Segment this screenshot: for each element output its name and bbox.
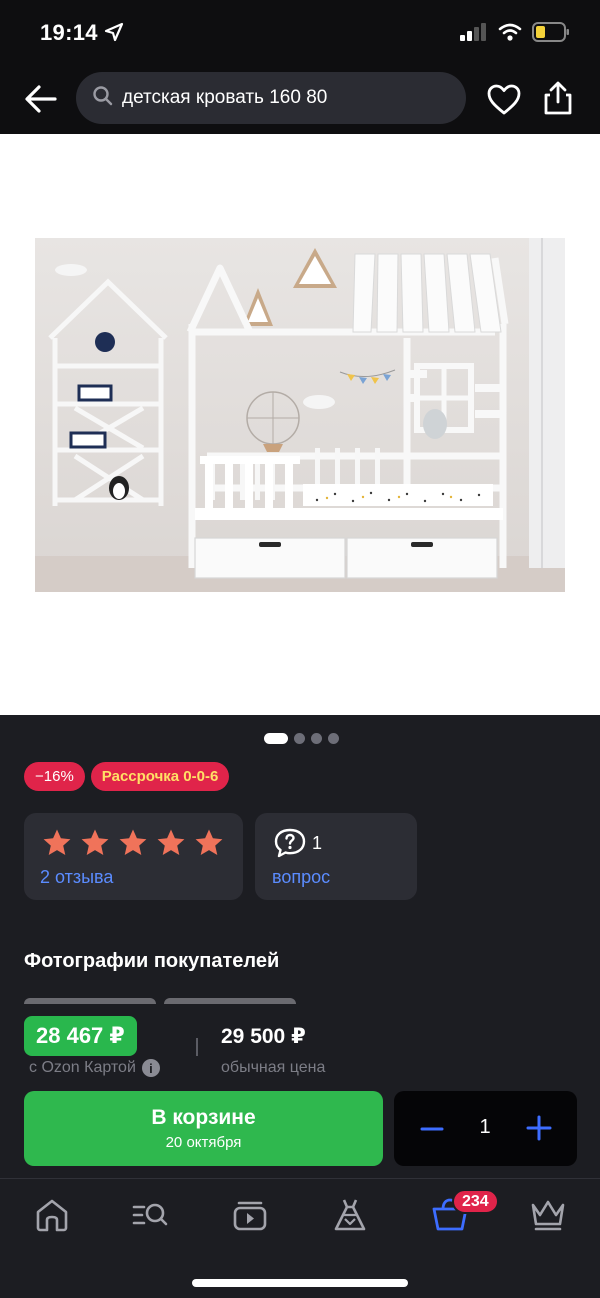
- video-icon: [233, 1201, 267, 1231]
- battery-icon: [532, 22, 570, 47]
- question-bubble-icon: [273, 828, 307, 863]
- home-indicator: [192, 1279, 408, 1287]
- increase-quantity-button[interactable]: [524, 1113, 554, 1143]
- cellular-signal-icon: [460, 23, 488, 46]
- star-icon: [81, 829, 109, 855]
- ozon-card-note: с Ozon Картой i: [29, 1059, 160, 1077]
- minus-icon: [420, 1127, 444, 1131]
- star-icon: [43, 829, 71, 855]
- ozon-card-label: с Ozon Картой: [29, 1059, 136, 1076]
- customer-photos-title: Фотографии покупателей: [24, 950, 280, 972]
- regular-price-label: обычная цена: [221, 1059, 326, 1076]
- tab-video[interactable]: [230, 1195, 270, 1235]
- installment-badge[interactable]: Рассрочка 0-0-6: [90, 762, 230, 791]
- star-icon: [195, 829, 223, 855]
- search-icon: [92, 85, 114, 112]
- dress-icon: [334, 1199, 366, 1231]
- bottom-tab-bar: 234: [0, 1178, 600, 1298]
- plus-icon: [526, 1115, 552, 1141]
- info-icon[interactable]: i: [141, 1059, 160, 1077]
- questions-card[interactable]: 1 вопрос: [255, 813, 417, 900]
- regular-price: 29 500 ₽: [221, 1025, 306, 1048]
- arrow-left-icon: [25, 85, 57, 113]
- back-button[interactable]: [22, 80, 60, 118]
- product-photo[interactable]: [35, 238, 565, 592]
- quantity-stepper: 1: [394, 1091, 577, 1166]
- in-cart-label: В корзине: [151, 1106, 256, 1129]
- decrease-quantity-button[interactable]: [418, 1115, 446, 1143]
- status-time: 19:14: [40, 20, 98, 45]
- gallery-dot[interactable]: [294, 733, 305, 744]
- star-icon: [157, 829, 185, 855]
- tab-home[interactable]: [32, 1195, 72, 1235]
- gallery-dot-active[interactable]: [264, 733, 288, 744]
- quantity-value: 1: [479, 1116, 491, 1138]
- question-count: 1: [312, 833, 323, 853]
- catalog-search-icon: [132, 1203, 168, 1226]
- rating-card[interactable]: 2 отзыва: [24, 813, 243, 900]
- home-icon: [36, 1199, 68, 1232]
- tab-premium[interactable]: [528, 1195, 568, 1235]
- price-panel: 28 467 ₽ с Ozon Картой i 29 500 ₽ обычна…: [0, 1004, 600, 1180]
- price-divider: [196, 1038, 198, 1056]
- gallery-pagination: [264, 733, 339, 744]
- heart-icon: [487, 84, 521, 115]
- gallery-dot[interactable]: [311, 733, 322, 744]
- location-arrow-icon: [104, 22, 124, 47]
- status-bar: 19:14: [0, 0, 600, 64]
- star-icon: [119, 829, 147, 855]
- search-input[interactable]: детская кровать 160 80: [76, 72, 466, 124]
- status-icons: [460, 22, 570, 47]
- rating-stars: [42, 828, 224, 858]
- reviews-link[interactable]: 2 отзыва: [40, 867, 113, 888]
- in-cart-button[interactable]: В корзине 20 октября: [24, 1091, 383, 1166]
- share-button[interactable]: [540, 80, 576, 116]
- tab-fresh[interactable]: [330, 1195, 370, 1235]
- cart-count-badge: 234: [452, 1189, 499, 1214]
- favorite-button[interactable]: [486, 82, 522, 118]
- crown-icon: [531, 1200, 565, 1231]
- delivery-date: 20 октября: [165, 1134, 242, 1151]
- tab-catalog[interactable]: [130, 1195, 170, 1235]
- product-badges: −16% Рассрочка 0-0-6: [24, 762, 230, 791]
- gallery-dot[interactable]: [328, 733, 339, 744]
- search-header: детская кровать 160 80: [0, 64, 600, 134]
- wifi-icon: [498, 23, 522, 46]
- discount-badge: −16%: [24, 762, 85, 791]
- bunk-house-bed-image: [35, 238, 565, 592]
- questions-link[interactable]: вопрос: [272, 867, 330, 888]
- search-query: детская кровать 160 80: [122, 87, 328, 108]
- share-icon: [544, 81, 572, 115]
- ozon-card-price: 28 467 ₽: [24, 1016, 137, 1056]
- product-gallery[interactable]: [0, 134, 600, 715]
